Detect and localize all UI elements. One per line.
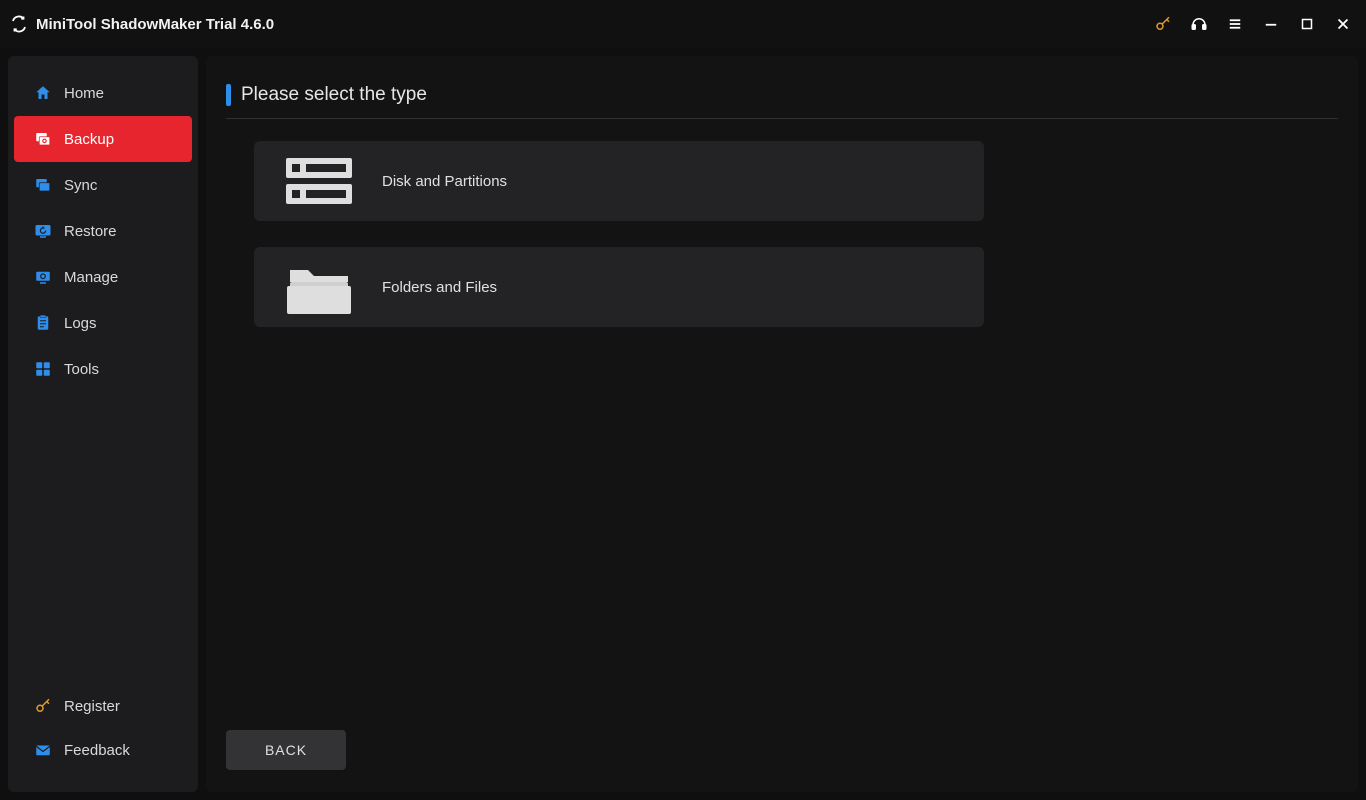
sidebar-item-restore[interactable]: Restore [14,208,192,254]
logs-icon [34,314,52,332]
sidebar-item-feedback[interactable]: Feedback [14,728,192,772]
option-folders-and-files[interactable]: Folders and Files [254,247,984,327]
sidebar-item-label: Feedback [64,742,130,759]
back-button[interactable]: BACK [226,730,346,770]
sidebar-item-label: Register [64,698,120,715]
sidebar-item-label: Manage [64,269,118,286]
disk-partitions-icon [284,154,354,208]
key-icon[interactable] [1154,15,1172,33]
main-panel: Please select the type Disk and Partitio… [206,56,1358,792]
backup-icon [34,130,52,148]
app-title: MiniTool ShadowMaker Trial 4.6.0 [36,16,274,33]
section-header: Please select the type [226,84,1338,106]
register-key-icon [34,697,52,715]
section-accent-bar [226,84,231,106]
backup-type-options: Disk and Partitions Folders and Files [226,141,1338,327]
sidebar: Home Backup [8,56,198,792]
home-icon [34,84,52,102]
maximize-icon[interactable] [1298,15,1316,33]
restore-icon [34,222,52,240]
app-body: Home Backup [0,48,1366,800]
section-divider [226,118,1338,119]
sidebar-item-label: Home [64,85,104,102]
sidebar-nav-top: Home Backup [8,56,198,392]
tools-icon [34,360,52,378]
section-title: Please select the type [241,84,427,106]
sidebar-item-logs[interactable]: Logs [14,300,192,346]
sidebar-item-sync[interactable]: Sync [14,162,192,208]
titlebar-left: MiniTool ShadowMaker Trial 4.6.0 [10,15,274,33]
sidebar-item-home[interactable]: Home [14,70,192,116]
menu-icon[interactable] [1226,15,1244,33]
minimize-icon[interactable] [1262,15,1280,33]
headset-icon[interactable] [1190,15,1208,33]
folder-icon [284,260,354,314]
sidebar-item-label: Logs [64,315,97,332]
sidebar-item-tools[interactable]: Tools [14,346,192,392]
option-label: Folders and Files [382,279,497,296]
titlebar-right [1154,15,1352,33]
sidebar-item-label: Restore [64,223,117,240]
sidebar-item-backup[interactable]: Backup [14,116,192,162]
option-label: Disk and Partitions [382,173,507,190]
sidebar-nav-bottom: Register Feedback [8,684,198,792]
manage-icon [34,268,52,286]
close-icon[interactable] [1334,15,1352,33]
sidebar-item-label: Tools [64,361,99,378]
sidebar-item-label: Backup [64,131,114,148]
sidebar-item-register[interactable]: Register [14,684,192,728]
feedback-mail-icon [34,741,52,759]
sidebar-item-label: Sync [64,177,97,194]
titlebar: MiniTool ShadowMaker Trial 4.6.0 [0,0,1366,48]
app-logo-icon [10,15,28,33]
sync-icon [34,176,52,194]
option-disk-and-partitions[interactable]: Disk and Partitions [254,141,984,221]
sidebar-item-manage[interactable]: Manage [14,254,192,300]
